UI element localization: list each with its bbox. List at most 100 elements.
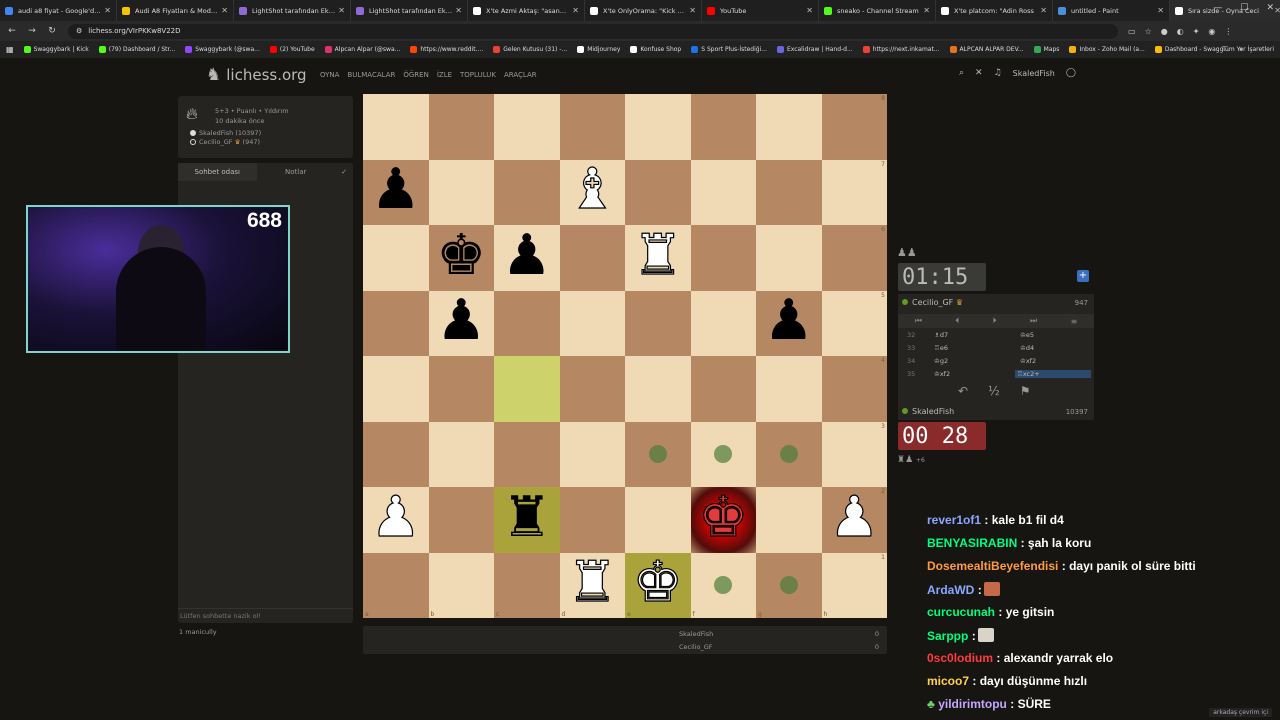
site-info-icon[interactable]: ⚙ [76,27,82,35]
square-d8[interactable] [559,94,625,160]
square-c7[interactable] [494,159,560,225]
square-c4[interactable] [494,356,560,422]
close-tab-icon[interactable]: ✕ [923,6,930,15]
bookmark-item[interactable]: (79) Dashboard / Str... [98,46,175,53]
close-tab-icon[interactable]: ✕ [572,6,579,15]
white-move[interactable]: ♖e6 [934,344,948,352]
white-bishop[interactable]: ♝ [567,161,618,218]
square-e8[interactable] [625,94,691,160]
square-b8[interactable] [428,94,494,160]
close-tab-icon[interactable]: ✕ [221,6,228,15]
nav-learn[interactable]: ÖĞREN [403,71,428,79]
black-pawn[interactable]: ♟ [436,293,486,349]
back-icon[interactable]: ← [4,26,20,36]
close-tab-icon[interactable]: ✕ [806,6,813,15]
square-f6[interactable] [690,225,756,291]
square-b2[interactable] [428,487,494,553]
menu-icon[interactable]: ⋮ [1224,27,1232,36]
site-logo[interactable]: ♞ lichess.org [206,65,307,85]
black-pawn[interactable]: ♟ [502,227,552,284]
square-h1[interactable]: 1h [821,552,887,618]
challenge-icon[interactable]: ✕ [975,68,983,78]
reload-icon[interactable]: ↻ [44,26,60,36]
square-e3[interactable] [625,421,691,487]
crosstable-row[interactable]: Cecilio_GF 0 [679,643,879,651]
bookmark-item[interactable]: Midjourney [577,46,620,53]
move-destination-dot[interactable] [779,445,798,464]
resign-flag-icon[interactable]: ⚑ [1020,384,1031,398]
square-c8[interactable] [494,94,560,160]
square-d3[interactable] [559,421,625,487]
chat-toggle-icon[interactable]: ✓ [335,168,353,176]
takeback-icon[interactable]: ↶ [958,384,968,398]
square-g6[interactable] [756,225,822,291]
black-king[interactable]: ♚ [436,227,486,284]
profile-icon[interactable]: ◉ [1208,27,1215,36]
add-time-icon[interactable]: + [1077,270,1089,282]
square-a6[interactable] [363,225,429,291]
browser-tab[interactable]: X'te platcom: "Adin Ross ✕ [936,0,1053,21]
my-name-line[interactable]: SkaledFish [902,407,954,416]
black-player-line[interactable]: Cecilio_GF ♛ (947) [190,138,260,146]
close-tab-icon[interactable]: ✕ [338,6,345,15]
square-h3[interactable]: 3 [821,421,887,487]
white-king-in-check[interactable]: ♚ [698,489,749,546]
browser-tab[interactable]: sneako - Channel Stream ✕ [819,0,936,21]
browser-tab[interactable]: Audi A8 Fiyatları & Modelle ✕ [117,0,234,21]
square-b4[interactable] [428,356,494,422]
close-window-icon[interactable]: ✕ [1266,3,1274,13]
square-c2[interactable]: ♜ [494,487,560,553]
offer-draw-button[interactable]: ½ [988,384,1000,398]
square-h5[interactable]: 5 [821,290,887,356]
square-f1[interactable]: f [690,552,756,618]
url-input[interactable]: ⚙ lichess.org/VIrPKKw8V22D [68,23,1118,39]
square-a8[interactable] [363,94,429,160]
browser-tab[interactable]: LightShot tarafından Ekran ✕ [234,0,351,21]
square-h6[interactable]: 6 [821,225,887,291]
chat-input[interactable]: Lütfen sohbette nazik ol! [178,608,353,623]
friends-online-status[interactable]: arkadaş çevrim içi [1209,708,1272,717]
user-menu[interactable]: SkaledFish [1013,69,1055,78]
square-g1[interactable]: g [756,552,822,618]
close-tab-icon[interactable]: ✕ [1157,6,1164,15]
square-g7[interactable] [756,159,822,225]
next-move-icon[interactable]: ⏵ [993,316,997,326]
black-move[interactable]: ♔d4 [1018,344,1036,352]
extension-icon[interactable]: ◐ [1177,27,1184,36]
square-b1[interactable]: b [428,552,494,618]
square-a3[interactable] [363,421,429,487]
notification-bell-icon[interactable]: ♫ [994,68,1002,78]
square-e5[interactable] [625,290,691,356]
white-rook[interactable]: ♜ [567,554,618,611]
black-move[interactable]: ♖xc2+ [1015,370,1091,378]
square-f5[interactable] [690,290,756,356]
hamburger-menu-icon[interactable]: ≡ [1071,317,1078,326]
move-destination-dot[interactable] [779,576,798,595]
forward-icon[interactable]: → [24,26,40,36]
square-c6[interactable]: ♟ [494,225,560,291]
white-move[interactable]: ♔xf2 [934,370,950,378]
browser-tab[interactable]: untitled - Paint ✕ [1053,0,1170,21]
nav-puzzles[interactable]: BULMACALAR [347,71,395,79]
prev-move-icon[interactable]: ⏴ [955,316,959,326]
square-g2[interactable] [756,487,822,553]
extension-icon[interactable]: ● [1161,27,1168,36]
bookmark-item[interactable]: Swaggybark (@swa... [185,46,260,53]
white-move[interactable]: ♗d7 [934,331,948,339]
user-avatar-icon[interactable]: ◯ [1066,68,1076,78]
black-move[interactable]: ♔xf2 [1018,357,1038,365]
move-destination-dot[interactable] [714,445,733,464]
bookmark-item[interactable]: Swaggybark | Kick [23,46,89,53]
move-destination-dot[interactable] [714,576,733,595]
opponent-name-line[interactable]: Cecilio_GF ♛ [902,298,963,307]
black-move[interactable]: ♔e5 [1018,331,1036,339]
minimize-icon[interactable]: — [1213,3,1222,13]
maximize-icon[interactable]: ☐ [1240,3,1248,13]
browser-tab[interactable]: audi a8 fiyat - Google'da A ✕ [0,0,117,21]
white-pawn[interactable]: ♟ [370,489,421,546]
bookmark-item[interactable]: Alpcan Alpar (@swa... [324,46,400,53]
star-icon[interactable]: ☆ [1145,27,1152,36]
search-icon[interactable]: ⌕ [959,68,964,78]
square-b5[interactable]: ♟ [428,290,494,356]
square-a1[interactable]: a [363,552,429,618]
